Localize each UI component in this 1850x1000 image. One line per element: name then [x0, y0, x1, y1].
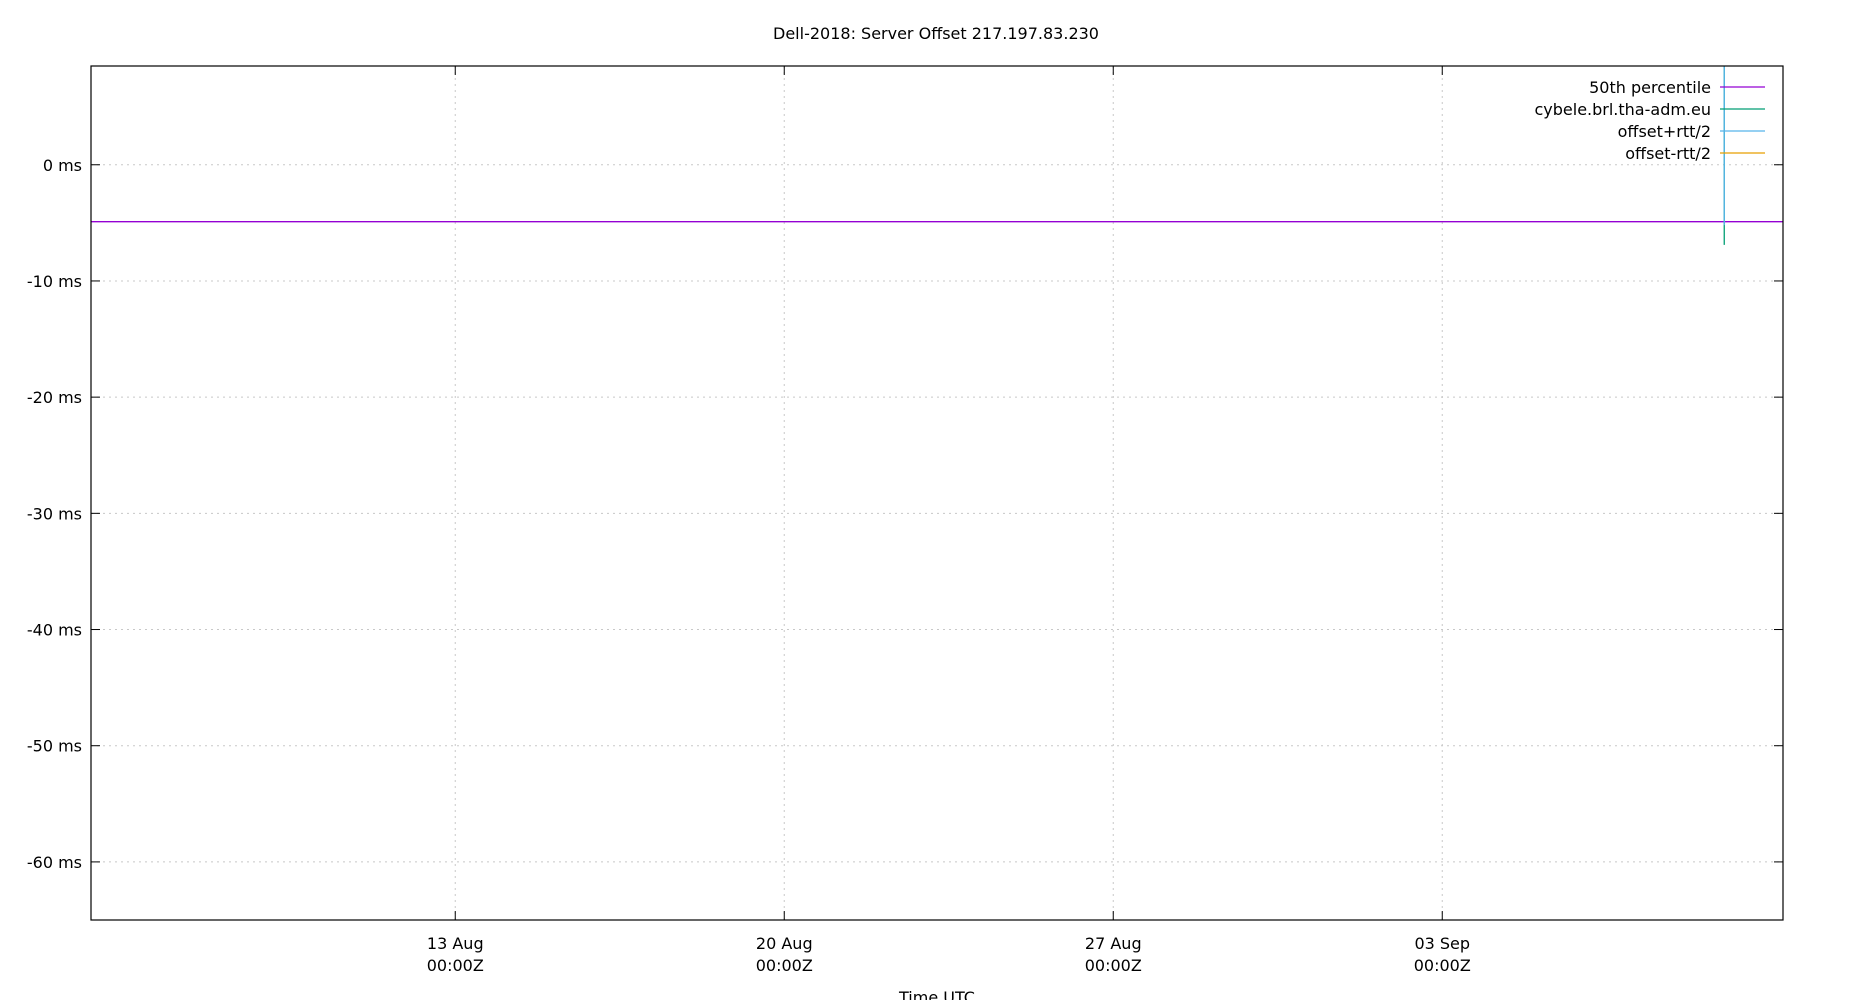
x-tick-label-time: 00:00Z: [427, 956, 484, 975]
chart-background: [0, 0, 1850, 1000]
x-tick-label-time: 00:00Z: [756, 956, 813, 975]
y-tick-label: -40 ms: [27, 621, 82, 640]
legend-label: offset+rtt/2: [1618, 122, 1711, 141]
x-tick-label-date: 03 Sep: [1414, 934, 1470, 953]
y-tick-label: -30 ms: [27, 504, 82, 523]
legend-label: cybele.brl.tha-adm.eu: [1534, 100, 1711, 119]
y-tick-label: -10 ms: [27, 272, 82, 291]
legend-label: offset-rtt/2: [1625, 144, 1711, 163]
y-tick-label: -50 ms: [27, 737, 82, 756]
x-axis-label: Time UTC: [898, 988, 975, 1000]
chart-title: Dell-2018: Server Offset 217.197.83.230: [773, 24, 1099, 43]
y-tick-label: -60 ms: [27, 853, 82, 872]
x-tick-label-date: 20 Aug: [756, 934, 813, 953]
offset-chart: Dell-2018: Server Offset 217.197.83.230 …: [0, 0, 1850, 1000]
y-tick-label: 0 ms: [43, 156, 82, 175]
legend-label: 50th percentile: [1589, 78, 1711, 97]
y-tick-label: -20 ms: [27, 388, 82, 407]
x-tick-label-date: 13 Aug: [427, 934, 484, 953]
x-tick-label-time: 00:00Z: [1414, 956, 1471, 975]
x-tick-label-date: 27 Aug: [1085, 934, 1142, 953]
x-tick-label-time: 00:00Z: [1085, 956, 1142, 975]
